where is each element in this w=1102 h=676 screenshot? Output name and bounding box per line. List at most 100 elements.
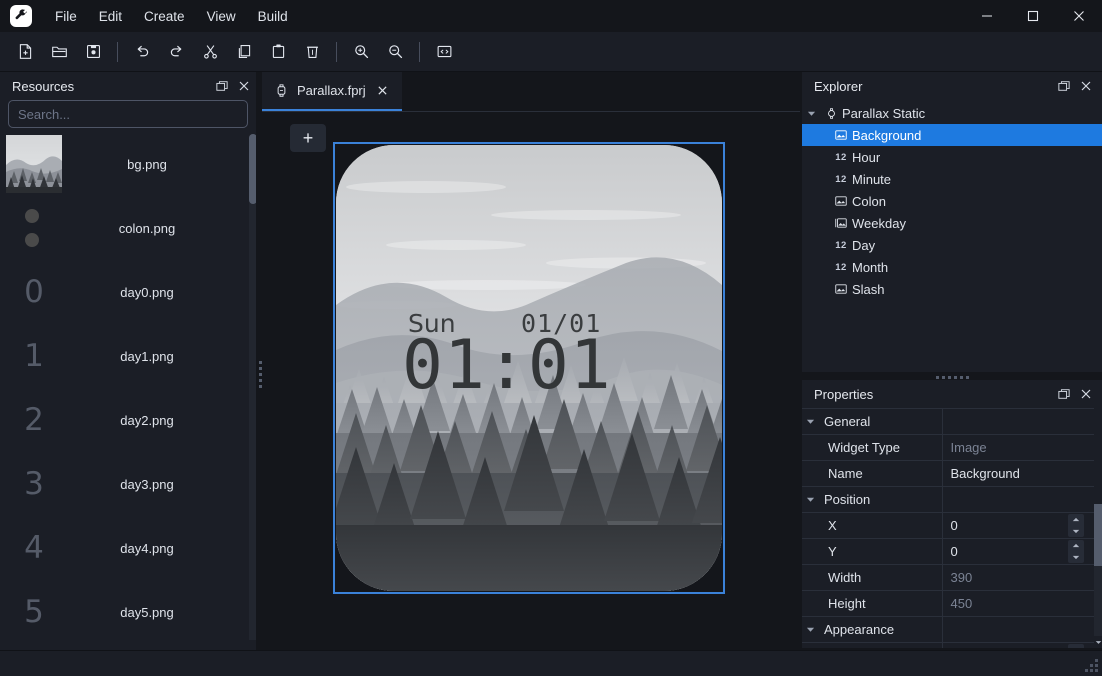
chevron-down-icon[interactable] — [802, 109, 820, 118]
save-button[interactable] — [78, 38, 108, 66]
property-group-position[interactable]: Position — [802, 486, 1094, 513]
zoom-in-icon — [354, 45, 368, 59]
list-item[interactable]: 0 day0.png — [0, 260, 260, 324]
properties-panel: Properties General Widget Type Image Nam… — [802, 380, 1102, 648]
cut-button[interactable] — [195, 38, 225, 66]
sidebar-item-slash[interactable]: Slash — [802, 278, 1102, 300]
zoom-out-icon — [388, 45, 402, 59]
delete-button[interactable] — [297, 38, 327, 66]
window-maximize-button[interactable] — [1010, 0, 1056, 32]
spinner-down-icon[interactable] — [1068, 552, 1084, 564]
properties-close-button[interactable] — [1076, 384, 1096, 404]
add-widget-button[interactable]: + — [290, 124, 326, 152]
property-group-spacer — [942, 616, 1094, 643]
property-group-header[interactable]: Appearance — [802, 616, 943, 643]
property-group-header[interactable]: General — [802, 408, 943, 435]
property-group-general[interactable]: General — [802, 408, 1094, 435]
menu-file[interactable]: File — [44, 4, 88, 29]
property-row-name[interactable]: Name Background — [802, 460, 1094, 487]
explorer-close-button[interactable] — [1076, 76, 1096, 96]
list-item[interactable]: 3 day3.png — [0, 452, 260, 516]
window-minimize-button[interactable] — [964, 0, 1010, 32]
property-row-widget-type[interactable]: Widget Type Image — [802, 434, 1094, 461]
watchface-time[interactable]: 01:01 — [402, 328, 612, 404]
property-value[interactable] — [942, 642, 1094, 648]
property-group-appearance[interactable]: Appearance — [802, 616, 1094, 643]
sidebar-item-minute[interactable]: 12 Minute — [802, 168, 1102, 190]
explorer-float-button[interactable] — [1054, 76, 1074, 96]
sidebar-item-day[interactable]: 12 Day — [802, 234, 1102, 256]
property-group-header[interactable]: Position — [802, 486, 943, 513]
resource-thumbnail — [4, 134, 64, 194]
y-spinner[interactable] — [1068, 540, 1084, 563]
spinner-down-icon[interactable] — [1068, 526, 1084, 538]
resources-close-button[interactable] — [234, 76, 254, 96]
float-panel-icon — [216, 81, 228, 91]
spinner-up-icon[interactable] — [1068, 644, 1084, 648]
property-value-text: 0 — [950, 518, 958, 533]
watchface-preview[interactable]: Sun 01/01 01:01 — [336, 145, 722, 591]
properties-scroll-down-button[interactable] — [1094, 636, 1102, 648]
menu-create[interactable]: Create — [133, 4, 196, 29]
property-row-height[interactable]: Height 450 — [802, 590, 1094, 617]
zoom-in-button[interactable] — [346, 38, 376, 66]
resources-list-wrap: bg.png colon.png 0 day0.png 1 day1.png 2… — [0, 132, 260, 640]
canvas-area[interactable]: + Sun 01/01 01:01 — [262, 112, 800, 648]
property-value[interactable]: 0 — [942, 512, 1094, 539]
list-item[interactable]: 1 day1.png — [0, 324, 260, 388]
resource-name: colon.png — [118, 220, 176, 236]
property-value[interactable]: 0 — [942, 538, 1094, 565]
menu-build[interactable]: Build — [247, 4, 299, 29]
property-row-x[interactable]: X 0 — [802, 512, 1094, 539]
redo-button[interactable] — [161, 38, 191, 66]
open-file-button[interactable] — [44, 38, 74, 66]
chevron-down-icon[interactable] — [802, 625, 818, 634]
sidebar-item-month[interactable]: 12 Month — [802, 256, 1102, 278]
resources-float-button[interactable] — [212, 76, 232, 96]
tab-parallax-project[interactable]: Parallax.fprj — [262, 72, 402, 111]
digit-glyph: 5 — [24, 593, 44, 630]
properties-scrollbar-thumb[interactable] — [1094, 504, 1102, 566]
property-row-partial[interactable] — [802, 642, 1094, 648]
spinner-up-icon[interactable] — [1068, 540, 1084, 552]
new-file-button[interactable] — [10, 38, 40, 66]
x-spinner[interactable] — [1068, 514, 1084, 537]
menu-view[interactable]: View — [196, 4, 247, 29]
list-item[interactable]: colon.png — [0, 196, 260, 260]
image-icon — [830, 282, 852, 296]
chevron-down-icon[interactable] — [802, 417, 818, 426]
properties-float-button[interactable] — [1054, 384, 1074, 404]
list-item[interactable]: 4 day4.png — [0, 516, 260, 580]
property-key: Name — [802, 460, 943, 487]
resource-name: day0.png — [120, 284, 174, 300]
menu-edit[interactable]: Edit — [88, 4, 133, 29]
resource-thumbnail: 5 — [4, 582, 64, 640]
property-row-width[interactable]: Width 390 — [802, 564, 1094, 591]
property-value[interactable]: Background — [942, 460, 1094, 487]
sidebar-item-background[interactable]: Background — [802, 124, 1102, 146]
chevron-down-icon[interactable] — [802, 495, 818, 504]
tree-root-parallax-static[interactable]: Parallax Static — [802, 102, 1102, 124]
spinner-up-icon[interactable] — [1068, 514, 1084, 526]
code-view-button[interactable] — [429, 38, 459, 66]
sidebar-item-hour[interactable]: 12 Hour — [802, 146, 1102, 168]
watchface-selection-frame[interactable]: Sun 01/01 01:01 — [333, 142, 725, 594]
zoom-out-button[interactable] — [380, 38, 410, 66]
window-close-button[interactable] — [1056, 0, 1102, 32]
list-item[interactable]: 5 day5.png — [0, 580, 260, 640]
list-item[interactable]: bg.png — [0, 132, 260, 196]
resource-name: bg.png — [127, 156, 167, 172]
property-row-y[interactable]: Y 0 — [802, 538, 1094, 565]
properties-scrollbar[interactable] — [1094, 504, 1102, 648]
window-resize-grip[interactable] — [1085, 659, 1099, 673]
copy-button[interactable] — [229, 38, 259, 66]
sidebar-item-colon[interactable]: Colon — [802, 190, 1102, 212]
number-12-icon: 12 — [835, 239, 847, 251]
sidebar-item-weekday[interactable]: Weekday — [802, 212, 1102, 234]
tab-close-button[interactable] — [374, 82, 392, 100]
list-item[interactable]: 2 day2.png — [0, 388, 260, 452]
search-input[interactable] — [8, 100, 248, 128]
undo-button[interactable] — [127, 38, 157, 66]
appearance-spinner[interactable] — [1068, 644, 1084, 648]
paste-button[interactable] — [263, 38, 293, 66]
